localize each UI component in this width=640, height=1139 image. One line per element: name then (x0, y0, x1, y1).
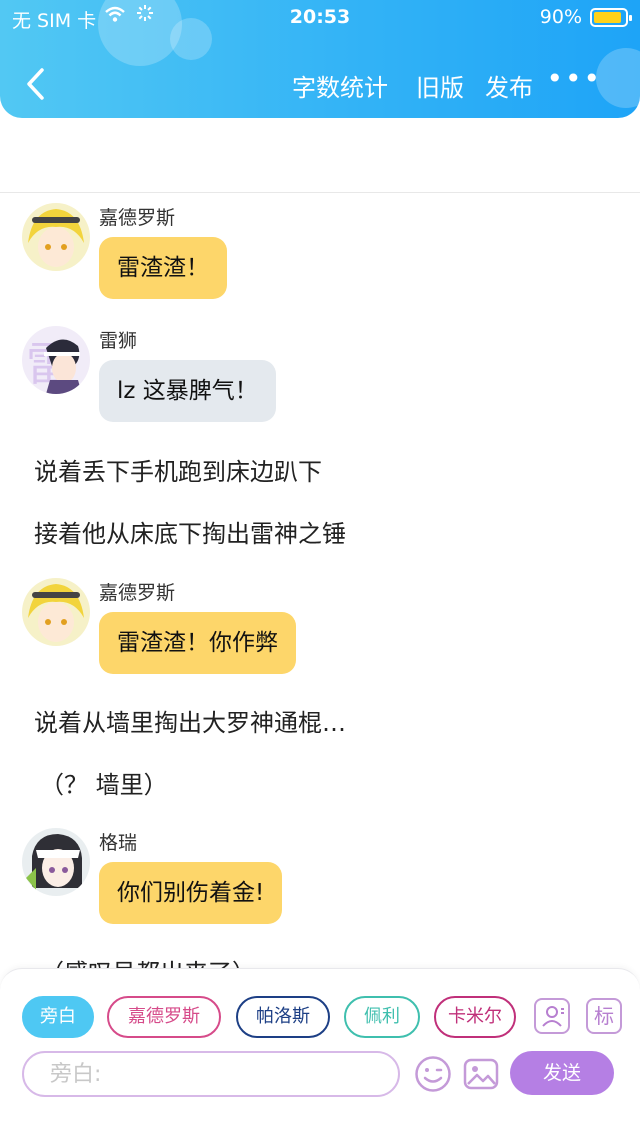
avatar[interactable] (22, 578, 90, 646)
nav-bar: 字数统计 旧版 发布 ••• (0, 60, 640, 108)
app-header: 无 SIM 卡 20:53 90% 字数统计 旧版 发布 ••• (0, 0, 640, 118)
chevron-left-icon (27, 68, 44, 100)
narration-text: （感叹号都出来了） (40, 953, 256, 968)
avatar[interactable] (22, 828, 90, 896)
message-input[interactable] (22, 1051, 400, 1097)
image-icon[interactable] (462, 1055, 500, 1093)
sender-name: 雷狮 (99, 330, 138, 352)
send-button[interactable]: 发送 (510, 1051, 614, 1095)
old-version-button[interactable]: 旧版 (416, 68, 464, 103)
avatar[interactable] (22, 203, 90, 271)
publish-button[interactable]: 发布 (485, 68, 533, 103)
chat-area[interactable]: 嘉德罗斯 雷渣渣！ 雷 雷狮 lz 这暴脾气！ 说着丢下手机跑到床边趴下 接着他… (0, 193, 640, 968)
smile-icon[interactable] (414, 1055, 452, 1093)
message-bubble[interactable]: 雷渣渣！你作弊 (99, 612, 296, 674)
message-bubble[interactable]: 你们别伤着金! (99, 862, 283, 924)
sender-name: 嘉德罗斯 (99, 582, 176, 604)
character-chip[interactable]: 佩利 (344, 996, 420, 1038)
character-chip[interactable]: 嘉德罗斯 (107, 996, 221, 1038)
narration-text: 接着他从床底下掏出雷神之锤 (34, 520, 346, 548)
message-bubble[interactable]: lz 这暴脾气！ (99, 360, 276, 422)
character-chip[interactable]: 卡米尔 (434, 996, 516, 1038)
avatar[interactable]: 雷 (22, 326, 90, 394)
person-card-icon[interactable] (534, 998, 570, 1034)
character-chip[interactable]: 帕洛斯 (236, 996, 330, 1038)
status-bar: 无 SIM 卡 20:53 90% (0, 0, 640, 36)
battery-level (594, 12, 621, 23)
more-button[interactable]: ••• (546, 62, 602, 95)
battery-icon (590, 8, 632, 27)
message-bubble[interactable]: 雷渣渣！ (99, 237, 227, 299)
battery-percent: 90% (539, 6, 582, 28)
composer-panel: 旁白 嘉德罗斯 帕洛斯 佩利 卡米尔 标 发送 (0, 968, 640, 1139)
back-button[interactable] (22, 64, 50, 104)
sender-name: 嘉德罗斯 (99, 207, 176, 229)
narration-text: 说着丢下手机跑到床边趴下 (34, 458, 322, 486)
word-count-button[interactable]: 字数统计 (292, 68, 388, 103)
narration-text: 说着从墙里掏出大罗神通棍… (34, 709, 346, 737)
narration-text: （？ 墙里） (40, 771, 168, 799)
tag-button[interactable]: 标 (586, 998, 622, 1034)
character-chip[interactable]: 旁白 (22, 996, 94, 1038)
sender-name: 格瑞 (99, 832, 138, 854)
